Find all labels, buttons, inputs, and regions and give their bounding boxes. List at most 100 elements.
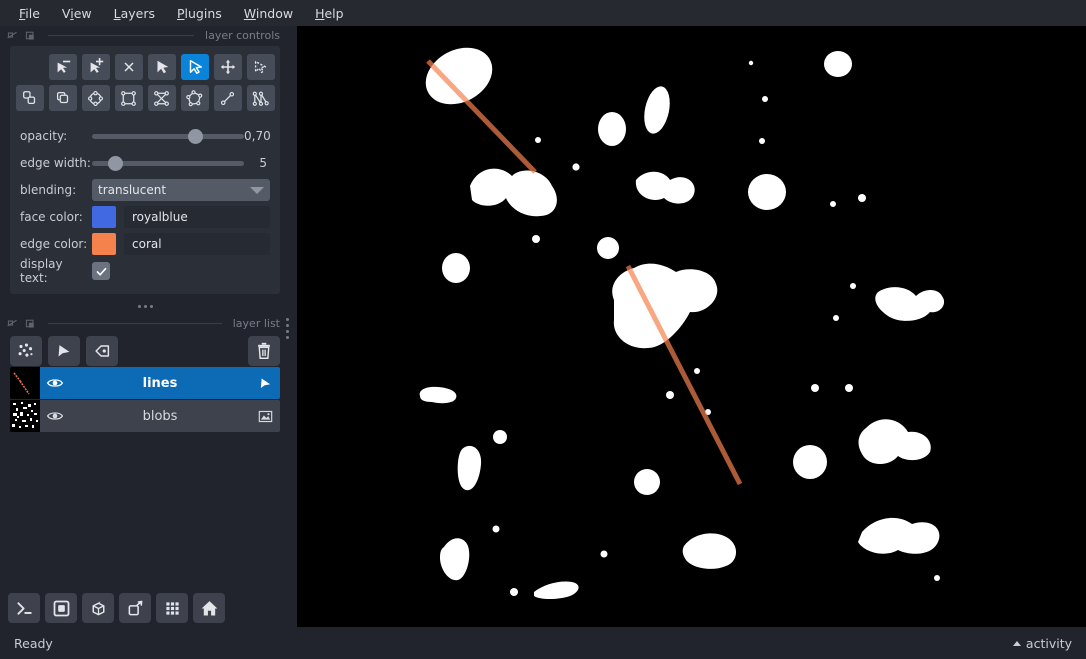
edge-width-slider-handle[interactable] [108, 156, 124, 171]
polygon-icon [186, 89, 203, 106]
transform-tool-button[interactable] [246, 54, 275, 80]
vertex-insert-icon [90, 58, 103, 73]
opacity-row: opacity: 0,70 [20, 125, 271, 147]
console-button[interactable] [8, 593, 40, 623]
eye-icon [46, 379, 64, 387]
edge-color-swatch[interactable] [92, 233, 116, 255]
ndisplay-toggle-button[interactable] [45, 593, 77, 623]
dock-resize-grip[interactable] [286, 318, 289, 339]
add-path-tool-button[interactable] [246, 85, 275, 111]
menu-item-layers[interactable]: Layers [103, 3, 166, 24]
splitter-dot [143, 304, 147, 308]
menu-bar: File View Layers Plugins Window Help [0, 0, 1086, 26]
display-text-checkbox[interactable] [92, 262, 110, 280]
move-back-tool-button[interactable] [15, 85, 44, 111]
move-to-front-icon [56, 91, 68, 104]
blobs-thumbnail-icon [10, 400, 40, 432]
grip-dot [286, 318, 289, 321]
layer-list-dock-title: layer list [0, 314, 290, 332]
grid-view-button[interactable] [156, 593, 188, 623]
layer-thumbnail-blobs [10, 400, 40, 432]
add-line-tool-button[interactable] [213, 85, 242, 111]
delete-shape-tool-button[interactable] [114, 54, 143, 80]
edge-color-input[interactable]: coral [124, 233, 270, 255]
transpose-dims-button[interactable] [119, 593, 151, 623]
opacity-slider[interactable] [92, 127, 244, 145]
layer-visibility-toggle[interactable] [40, 367, 70, 399]
face-color-swatch[interactable] [92, 206, 116, 228]
dock-title-rule [48, 34, 195, 36]
blending-value: translucent [98, 183, 167, 197]
ellipse-icon [87, 90, 104, 106]
opacity-value: 0,70 [244, 129, 271, 143]
dock-splitter-handle[interactable] [10, 300, 280, 312]
face-color-input[interactable]: royalblue [124, 206, 270, 228]
new-shapes-button[interactable] [48, 336, 80, 366]
display-text-label: display text: [20, 257, 63, 285]
activity-label: activity [1025, 635, 1072, 651]
layer-visibility-toggle[interactable] [40, 400, 70, 432]
trash-icon [258, 342, 270, 359]
close-dock-icon[interactable] [24, 29, 37, 42]
canvas-background [297, 26, 1086, 627]
layer-row[interactable]: lines [10, 367, 280, 399]
image-canvas[interactable] [297, 26, 1086, 627]
face-color-label: face color: [20, 210, 83, 224]
shape-tools-row-1 [16, 54, 275, 80]
blending-label: blending: [20, 183, 77, 197]
layer-name-label: blobs [142, 408, 178, 424]
layer-thumbnail-lines [10, 367, 40, 399]
layer-name-label: lines [142, 375, 178, 391]
layer-controls-title-label: layer controls [205, 28, 280, 42]
blending-row: blending: translucent [20, 179, 270, 201]
pan-zoom-tool-button[interactable] [213, 54, 242, 80]
add-ellipse-tool-button[interactable] [81, 85, 110, 111]
menu-item-file[interactable]: File [8, 3, 51, 24]
roll-dims-button[interactable] [82, 593, 114, 623]
add-polygon-tool-button[interactable] [180, 85, 209, 111]
menu-item-window[interactable]: Window [233, 3, 304, 24]
direct-select-tool-button[interactable] [147, 54, 176, 80]
labels-tag-icon [95, 345, 110, 357]
vertex-remove-tool-button[interactable] [48, 54, 77, 80]
opacity-label: opacity: [20, 129, 68, 143]
new-points-button[interactable] [10, 336, 42, 366]
add-polygon-lasso-tool-button[interactable] [147, 85, 176, 111]
edge-width-slider[interactable] [92, 154, 244, 172]
rectangle-icon [121, 90, 136, 106]
splitter-dot [149, 304, 153, 308]
eye-icon [46, 412, 64, 420]
menu-item-help[interactable]: Help [304, 3, 355, 24]
opacity-slider-handle[interactable] [187, 129, 203, 144]
vertex-insert-tool-button[interactable] [81, 54, 110, 80]
home-icon [201, 600, 217, 615]
move-front-tool-button[interactable] [48, 85, 77, 111]
dock-title-rule [48, 322, 222, 324]
menu-item-plugins[interactable]: Plugins [166, 3, 233, 24]
delete-layer-button[interactable] [248, 336, 280, 366]
close-dock-icon[interactable] [24, 317, 37, 330]
home-button[interactable] [193, 593, 225, 623]
move-arrows-icon [220, 59, 235, 75]
activity-button[interactable]: activity [1012, 635, 1072, 651]
layer-controls-panel: opacity: 0,70 edge width: 5 blending: tr… [10, 46, 280, 294]
roll-cube-icon [92, 600, 104, 615]
new-labels-button[interactable] [86, 336, 118, 366]
layer-row[interactable]: blobs [10, 400, 280, 432]
check-icon [96, 267, 106, 276]
edge-width-row: edge width: 5 [20, 152, 270, 174]
chevron-up-icon [1012, 640, 1021, 646]
edge-color-row: edge color: coral [20, 233, 270, 255]
float-window-icon[interactable] [6, 29, 19, 42]
layer-type-shapes-icon [250, 367, 280, 399]
float-window-icon[interactable] [6, 317, 19, 330]
blending-select[interactable]: translucent [92, 179, 270, 201]
add-rectangle-tool-button[interactable] [114, 85, 143, 111]
edge-color-label: edge color: [20, 237, 88, 251]
menu-item-view[interactable]: View [51, 3, 103, 24]
select-tool-button[interactable] [180, 54, 209, 80]
toolbar-spacer-left [16, 54, 44, 80]
layer-type-image-icon [250, 400, 280, 432]
edge-width-label: edge width: [20, 156, 91, 170]
chevron-down-icon [250, 187, 264, 194]
